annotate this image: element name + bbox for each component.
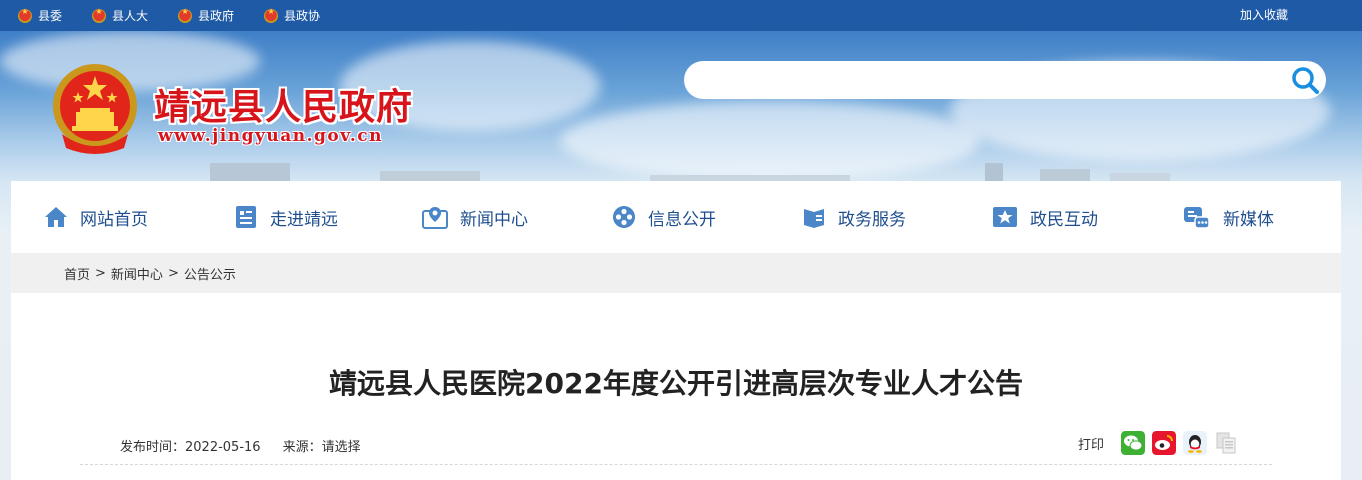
top-link-peoples-congress[interactable]: 县人大 <box>92 7 148 24</box>
share-toolbar: 打印 <box>1078 431 1238 455</box>
qq-icon[interactable] <box>1183 431 1208 455</box>
nav-item-home[interactable]: 网站首页 <box>44 181 148 253</box>
breadcrumb: 首页 > 新闻中心 > 公告公示 <box>64 253 236 293</box>
top-link-cppcc[interactable]: 县政协 <box>264 7 320 24</box>
nav-item-label: 信息公开 <box>648 209 716 230</box>
nav-item-label: 新媒体 <box>1223 209 1274 230</box>
top-link-county-committee[interactable]: 县委 <box>18 7 62 24</box>
breadcrumb-bar: 首页 > 新闻中心 > 公告公示 <box>11 253 1341 293</box>
nav-item-about[interactable]: 走进靖远 <box>234 181 338 253</box>
article-meta: 发布时间：2022-05-16 来源：请选择 <box>120 436 383 455</box>
nav-item-label: 政民互动 <box>1030 209 1098 230</box>
site-title: 靖远县人民政府 <box>154 86 414 128</box>
print-button[interactable]: 打印 <box>1078 434 1104 453</box>
star-card-icon <box>993 207 1017 227</box>
top-link-label: 县委 <box>38 9 63 23</box>
top-bar: 县委 县人大 县政府 县政协 加入收藏 <box>0 0 1362 31</box>
search-input[interactable] <box>702 67 1282 93</box>
article-source: 来源：请选择 <box>282 440 361 455</box>
publish-date: 发布时间：2022-05-16 <box>120 440 261 455</box>
breadcrumb-separator: > <box>95 265 106 281</box>
nav-item-label: 网站首页 <box>80 209 148 230</box>
breadcrumb-news-center[interactable]: 新闻中心 <box>111 264 163 283</box>
top-link-label: 县政协 <box>284 9 321 23</box>
breadcrumb-announcements[interactable]: 公告公示 <box>184 264 236 283</box>
nav-item-interaction[interactable]: 政民互动 <box>992 181 1098 253</box>
copy-icon[interactable] <box>1214 431 1238 455</box>
nav-item-label: 新闻中心 <box>460 209 528 230</box>
nav-item-label: 政务服务 <box>838 209 906 230</box>
top-link-government[interactable]: 县政府 <box>178 7 234 24</box>
breadcrumb-separator: > <box>167 265 179 281</box>
book-icon <box>804 209 824 228</box>
home-icon <box>45 207 67 227</box>
meta-divider <box>80 464 1272 465</box>
nav-item-label: 走进靖远 <box>270 209 338 230</box>
emblem-icon <box>92 7 107 23</box>
breadcrumb-home[interactable]: 首页 <box>64 264 90 283</box>
nav-item-news[interactable]: 新闻中心 <box>422 181 528 253</box>
nav-item-info-disclosure[interactable]: 信息公开 <box>612 181 716 253</box>
search-icon[interactable] <box>1290 65 1320 95</box>
top-link-label: 县人大 <box>112 9 149 23</box>
chat-bubbles-icon <box>1184 207 1210 229</box>
emblem-icon <box>264 7 279 23</box>
weibo-icon[interactable] <box>1152 431 1177 455</box>
city-skyline <box>0 141 1362 181</box>
film-reel-icon <box>613 206 635 228</box>
search-box <box>684 61 1326 99</box>
nav-item-gov-services[interactable]: 政务服务 <box>802 181 906 253</box>
national-emblem-icon <box>53 64 137 154</box>
main-panel: 网站首页 走进靖远 新闻中心 信息公开 政务服务 政民互动 新媒体 首页 > 新… <box>11 181 1341 480</box>
top-links: 县委 县人大 县政府 县政协 <box>18 0 350 31</box>
map-pin-icon <box>422 207 448 229</box>
document-icon <box>236 206 256 228</box>
top-link-label: 县政府 <box>198 9 235 23</box>
nav-item-new-media[interactable]: 新媒体 <box>1183 181 1274 253</box>
site-url: www.jingyuan.gov.cn <box>158 126 384 146</box>
emblem-icon <box>178 7 193 23</box>
emblem-icon <box>18 7 32 23</box>
article-title: 靖远县人民医院2022年度公开引进高层次专业人才公告 <box>329 367 1023 400</box>
wechat-icon[interactable] <box>1121 431 1146 455</box>
add-favorite-link[interactable]: 加入收藏 <box>1240 0 1288 31</box>
main-nav: 网站首页 走进靖远 新闻中心 信息公开 政务服务 政民互动 新媒体 <box>11 181 1341 253</box>
